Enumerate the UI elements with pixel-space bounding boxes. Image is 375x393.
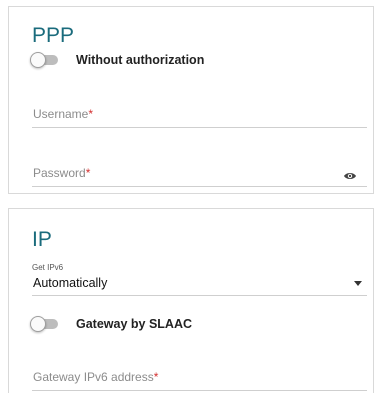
required-mark: * [153, 370, 159, 384]
username-placeholder: Username* [33, 107, 94, 121]
without-authorization-switch[interactable] [30, 52, 58, 68]
password-placeholder: Password* [33, 166, 91, 180]
required-mark: * [85, 166, 91, 180]
switch-knob[interactable] [30, 52, 46, 68]
ip-card: IP Get IPv6 Automatically Gateway by SLA… [8, 208, 374, 393]
switch-knob[interactable] [30, 316, 46, 332]
without-authorization-label: Without authorization [76, 53, 205, 67]
get-ipv6-label: Get IPv6 [32, 263, 64, 272]
password-field[interactable]: Password* [32, 162, 367, 187]
gateway-ipv6-address-placeholder: Gateway IPv6 address* [33, 370, 159, 384]
gateway-by-slaac-toggle-row[interactable]: Gateway by SLAAC [30, 316, 193, 332]
chevron-down-icon [354, 281, 362, 286]
get-ipv6-select[interactable]: Automatically [32, 273, 367, 296]
ppp-section-title: PPP [32, 24, 75, 47]
get-ipv6-value: Automatically [33, 276, 108, 290]
gateway-by-slaac-switch[interactable] [30, 316, 58, 332]
username-field[interactable]: Username* [32, 103, 367, 128]
gateway-by-slaac-label: Gateway by SLAAC [76, 317, 193, 331]
required-mark: * [88, 107, 94, 121]
without-authorization-toggle-row[interactable]: Without authorization [30, 52, 205, 68]
gateway-ipv6-address-field[interactable]: Gateway IPv6 address* [32, 366, 367, 391]
ppp-card: PPP Without authorization Username* Pass… [8, 6, 374, 194]
ip-section-title: IP [32, 228, 52, 251]
eye-icon[interactable] [343, 171, 357, 181]
